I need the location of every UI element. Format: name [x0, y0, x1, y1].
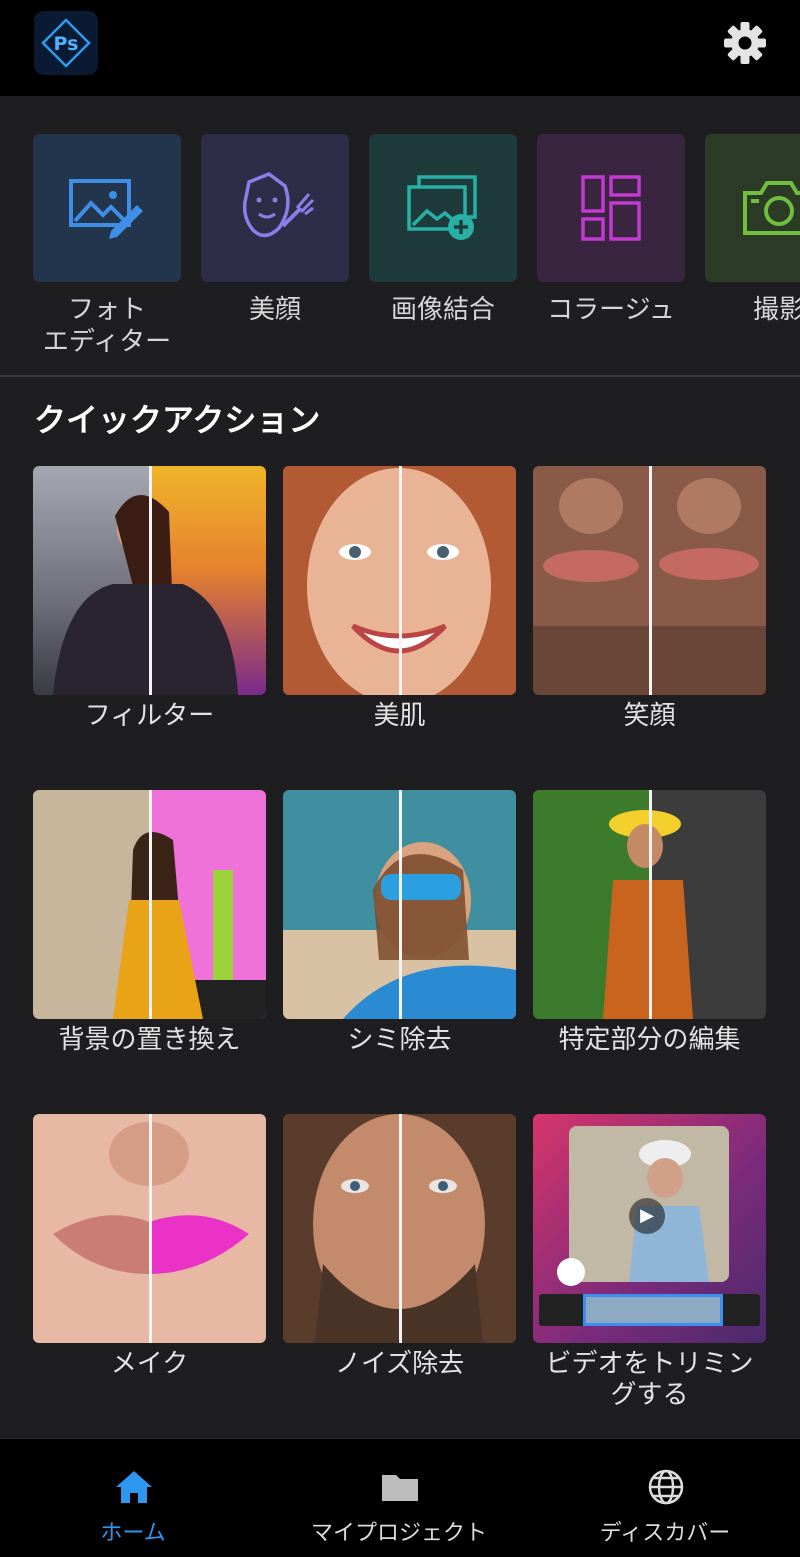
- background-replace-preview-image[interactable]: [33, 790, 266, 1019]
- card-label: ノイズ除去: [334, 1349, 465, 1379]
- tool-tile[interactable]: [705, 134, 800, 282]
- smooth-skin-preview-image[interactable]: [283, 466, 516, 695]
- quick-action-partial-edit[interactable]: 特定部分の編集: [533, 790, 766, 1056]
- makeup-preview-image[interactable]: [33, 1114, 266, 1343]
- card-label: フィルター: [84, 701, 215, 731]
- quick-action-filter[interactable]: フィルター: [33, 466, 266, 732]
- video-timeline[interactable]: [539, 1294, 760, 1326]
- noise-reduction-preview-image[interactable]: [283, 1114, 516, 1343]
- globe-icon: [648, 1469, 684, 1505]
- play-icon[interactable]: ▶: [629, 1198, 665, 1234]
- card-label: ビデオをトリミン グする: [545, 1349, 754, 1410]
- home-icon: [116, 1471, 152, 1503]
- quick-action-smile[interactable]: 笑顔: [533, 466, 766, 732]
- tool-label: 美顔: [248, 295, 301, 325]
- tool-tile[interactable]: [537, 134, 685, 282]
- tool-tile[interactable]: [369, 134, 517, 282]
- tool-photo-merge[interactable]: 画像結合: [369, 134, 517, 326]
- app-header: Ps: [0, 0, 800, 96]
- trim-icon: [557, 1258, 585, 1286]
- before-after-divider: [149, 1114, 152, 1343]
- nav-label: ディスカバー: [599, 1521, 731, 1546]
- card-label: メイク: [110, 1349, 189, 1379]
- tool-camera[interactable]: 撮影: [705, 134, 800, 326]
- collage-icon: [581, 175, 641, 241]
- tool-face-beauty[interactable]: 美顔: [201, 134, 349, 326]
- svg-text:Ps: Ps: [54, 33, 79, 55]
- before-after-divider: [399, 1114, 402, 1343]
- tool-photo-editor[interactable]: フォト エディター: [33, 134, 181, 358]
- photo-add-icon: [407, 175, 477, 240]
- tool-label: 撮影: [752, 295, 800, 325]
- card-label: 美肌: [373, 701, 426, 731]
- quick-action-trim-video[interactable]: ▶ ビデオをトリミン グする: [533, 1114, 766, 1411]
- quick-action-makeup[interactable]: メイク: [33, 1114, 266, 1380]
- filter-preview-image[interactable]: [33, 466, 266, 695]
- before-after-divider: [399, 790, 402, 1019]
- card-label: 特定部分の編集: [558, 1025, 741, 1055]
- nav-discover[interactable]: ディスカバー: [532, 1439, 798, 1557]
- card-label: 笑顔: [623, 701, 676, 731]
- tool-tile[interactable]: [201, 134, 349, 282]
- quick-action-noise-reduction[interactable]: ノイズ除去: [283, 1114, 516, 1380]
- card-label: シミ除去: [347, 1025, 452, 1055]
- gear-icon[interactable]: [722, 20, 768, 66]
- partial-edit-preview-image[interactable]: [533, 790, 766, 1019]
- before-after-divider: [149, 790, 152, 1019]
- tool-label: 画像結合: [390, 295, 495, 325]
- face-brush-icon: [242, 172, 315, 238]
- quick-action-background-replace[interactable]: 背景の置き換え: [33, 790, 266, 1056]
- before-after-divider: [149, 466, 152, 695]
- tool-tile[interactable]: [33, 134, 181, 282]
- quick-action-spot-removal[interactable]: シミ除去: [283, 790, 516, 1056]
- photoshop-logo[interactable]: Ps: [34, 11, 98, 75]
- before-after-divider: [399, 466, 402, 695]
- tool-label: フォト エディター: [42, 295, 172, 357]
- nav-label: マイプロジェクト: [310, 1521, 487, 1546]
- ps-logo-icon: Ps: [41, 18, 91, 68]
- nav-label: ホーム: [100, 1521, 166, 1546]
- nav-my-projects[interactable]: マイプロジェクト: [266, 1439, 532, 1557]
- section-divider: [0, 375, 800, 377]
- card-label: 背景の置き換え: [58, 1025, 241, 1055]
- trim-video-preview-image[interactable]: ▶: [533, 1114, 766, 1343]
- folder-icon: [382, 1475, 418, 1501]
- quick-action-smooth-skin[interactable]: 美肌: [283, 466, 516, 732]
- tool-row: フォト エディター 美顔 画像結合 コラージュ 撮影: [0, 96, 800, 376]
- photo-edit-icon: [69, 179, 143, 239]
- spot-removal-preview-image[interactable]: [283, 790, 516, 1019]
- before-after-divider: [649, 790, 652, 1019]
- tool-label: コラージュ: [547, 295, 675, 325]
- quick-actions-title: クイックアクション: [34, 401, 321, 439]
- tool-collage[interactable]: コラージュ: [537, 134, 685, 326]
- before-after-divider: [649, 466, 652, 695]
- nav-home[interactable]: ホーム: [0, 1439, 266, 1557]
- trim-selection[interactable]: [583, 1294, 723, 1326]
- smile-preview-image[interactable]: [533, 466, 766, 695]
- camera-icon: [743, 181, 800, 235]
- bottom-navigation: ホーム マイプロジェクト ディスカバー: [0, 1438, 800, 1557]
